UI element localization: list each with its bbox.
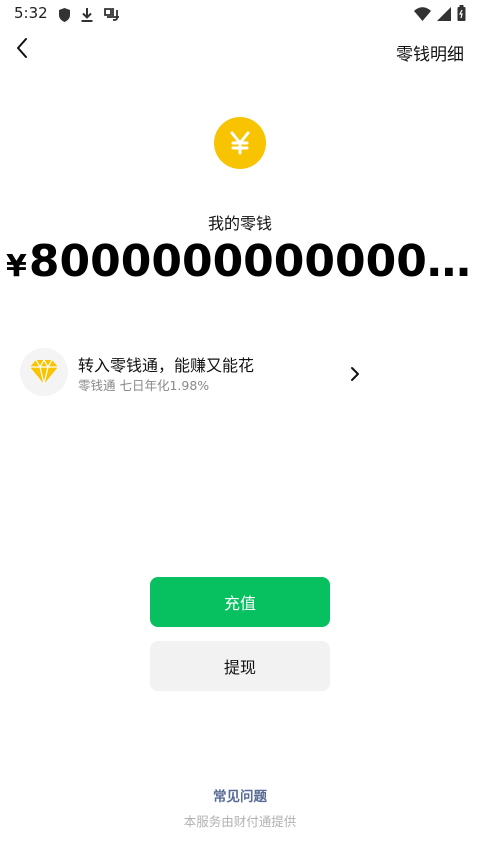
recharge-button[interactable]: 充值 — [150, 577, 330, 627]
promo-title: 转入零钱通，能赚又能花 — [78, 356, 255, 375]
coin-icon — [214, 117, 266, 169]
diamond-icon — [20, 348, 68, 396]
status-icons-right — [414, 5, 466, 25]
provider-text: 本服务由财付通提供 — [183, 814, 297, 829]
balance-detail-link[interactable]: 零钱明细 — [396, 40, 464, 65]
promo-subtitle: 零钱通 七日年化1.98% — [78, 378, 210, 393]
battery-icon — [457, 5, 466, 25]
chevron-left-icon — [16, 38, 28, 62]
currency-symbol: ¥ — [6, 249, 27, 284]
balance-value: 80000000000000000 — [28, 236, 476, 287]
wifi-icon — [414, 6, 431, 25]
nav-bar: 零钱明细 — [0, 30, 480, 70]
balance-amount: ¥ 80000000000000000 — [6, 236, 476, 296]
back-button[interactable] — [8, 36, 36, 64]
signal-icon — [437, 6, 451, 25]
status-bar: 5:32 — [0, 0, 480, 28]
status-time: 5:32 — [14, 4, 48, 22]
chevron-right-icon[interactable] — [350, 366, 364, 382]
balance-label: 我的零钱 — [207, 214, 272, 233]
status-icons-left — [58, 6, 121, 26]
withdraw-button[interactable]: 提现 — [150, 641, 330, 691]
yen-icon — [230, 131, 250, 155]
lingqiantong-promo[interactable]: 转入零钱通，能赚又能花 零钱通 七日年化1.98% — [20, 348, 370, 400]
download-icon — [81, 7, 93, 26]
shield-icon — [58, 7, 71, 26]
faq-link[interactable]: 常见问题 — [0, 785, 480, 805]
notification-icon — [103, 6, 121, 26]
